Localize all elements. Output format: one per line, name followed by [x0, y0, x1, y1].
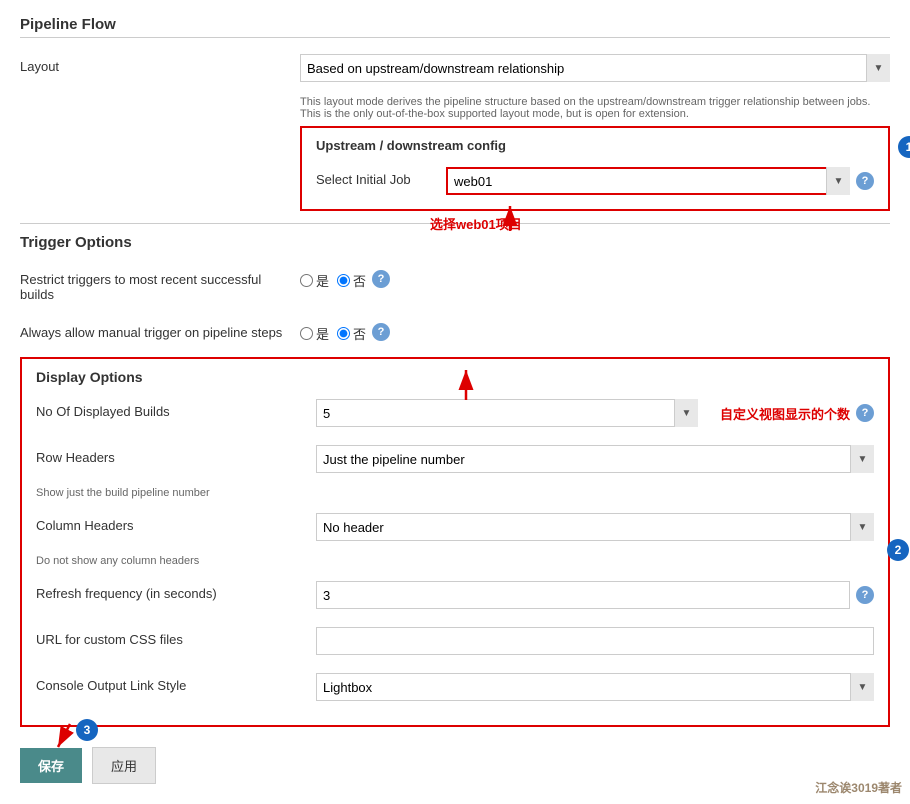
watermark: 江念诶3019著者	[815, 779, 902, 796]
restrict-yes-label[interactable]: 是	[300, 271, 329, 290]
url-css-row: URL for custom CSS files	[36, 623, 874, 659]
annotation-text-builds: 自定义视图显示的个数	[720, 404, 850, 423]
select-initial-job-help-icon[interactable]: ?	[856, 172, 874, 190]
refresh-row: Refresh frequency (in seconds) ?	[36, 577, 874, 613]
no-of-builds-wrapper: 5 10 15 20 ▼	[316, 399, 698, 427]
always-allow-yes-label[interactable]: 是	[300, 324, 329, 343]
display-options-box: Display Options No Of Displayed Builds 5…	[20, 357, 890, 727]
column-headers-label: Column Headers	[36, 513, 316, 533]
row-headers-select[interactable]: Just the pipeline number	[316, 445, 874, 473]
layout-hint: This layout mode derives the pipeline st…	[300, 96, 890, 120]
always-allow-yes-radio[interactable]	[300, 327, 313, 340]
layout-row: Layout Based on upstream/downstream rela…	[20, 50, 890, 86]
restrict-no-text: 否	[353, 271, 366, 290]
restrict-triggers-label: Restrict triggers to most recent success…	[20, 267, 300, 302]
console-output-select[interactable]: Lightbox	[316, 673, 874, 701]
url-css-label: URL for custom CSS files	[36, 627, 316, 647]
layout-control-wrap: Based on upstream/downstream relationshi…	[300, 54, 890, 82]
page-container: Pipeline Flow Layout Based on upstream/d…	[0, 0, 910, 804]
no-of-builds-select[interactable]: 5 10 15 20	[316, 399, 698, 427]
upstream-config-box: Upstream / downstream config Select Init…	[300, 126, 890, 211]
console-output-label: Console Output Link Style	[36, 673, 316, 693]
restrict-triggers-radio-group: 是 否	[300, 267, 366, 290]
url-css-control	[316, 627, 874, 655]
always-allow-help-icon[interactable]: ?	[372, 323, 390, 341]
no-of-builds-control: 5 10 15 20 ▼ 自定义视图显示的个数 ?	[316, 399, 874, 427]
row-headers-control: Just the pipeline number ▼	[316, 445, 874, 473]
select-initial-job-wrapper: web01 ▼	[446, 167, 850, 195]
always-allow-label: Always allow manual trigger on pipeline …	[20, 320, 300, 340]
page-title: Pipeline Flow	[20, 16, 890, 38]
column-headers-row: Column Headers No header ▼ 2	[36, 509, 874, 545]
refresh-help-icon[interactable]: ?	[856, 586, 874, 604]
column-headers-control: No header ▼ 2	[316, 513, 874, 541]
restrict-yes-radio[interactable]	[300, 274, 313, 287]
always-allow-no-text: 否	[353, 324, 366, 343]
no-of-builds-help-icon[interactable]: ?	[856, 404, 874, 422]
layout-select[interactable]: Based on upstream/downstream relationshi…	[300, 54, 890, 82]
annotation-circle-2: 2	[887, 539, 909, 561]
restrict-no-radio[interactable]	[337, 274, 350, 287]
restrict-help-icon[interactable]: ?	[372, 270, 390, 288]
console-output-row: Console Output Link Style Lightbox ▼	[36, 669, 874, 705]
no-of-builds-label: No Of Displayed Builds	[36, 399, 316, 419]
trigger-options-section: Trigger Options Restrict triggers to mos…	[20, 234, 890, 347]
restrict-yes-text: 是	[316, 271, 329, 290]
layout-label: Layout	[20, 54, 300, 74]
row-headers-wrapper: Just the pipeline number ▼	[316, 445, 874, 473]
layout-select-wrapper: Based on upstream/downstream relationshi…	[300, 54, 890, 82]
column-headers-wrapper: No header ▼	[316, 513, 874, 541]
restrict-no-label[interactable]: 否	[337, 271, 366, 290]
always-allow-yes-text: 是	[316, 324, 329, 343]
apply-button[interactable]: 应用	[92, 747, 156, 784]
restrict-triggers-row: Restrict triggers to most recent success…	[20, 263, 890, 306]
restrict-triggers-control: 是 否 ?	[300, 267, 890, 290]
always-allow-control: 是 否 ?	[300, 320, 890, 343]
annotation-circle-3: 3	[76, 719, 98, 741]
bottom-buttons: 3 保存 应用	[20, 747, 890, 784]
always-allow-no-label[interactable]: 否	[337, 324, 366, 343]
no-of-builds-row: No Of Displayed Builds 5 10 15 20 ▼ 自定义视…	[36, 395, 874, 431]
refresh-input[interactable]	[316, 581, 850, 609]
always-allow-row: Always allow manual trigger on pipeline …	[20, 316, 890, 347]
refresh-control: ?	[316, 581, 874, 609]
row-headers-label: Row Headers	[36, 445, 316, 465]
select-initial-job-control: web01 ▼ ?	[446, 167, 874, 195]
select-initial-job-select[interactable]: web01	[446, 167, 850, 195]
console-output-wrapper: Lightbox ▼	[316, 673, 874, 701]
annotation-text-web01: 选择web01项目	[430, 214, 522, 233]
arrow-to-builds	[436, 365, 496, 405]
refresh-label: Refresh frequency (in seconds)	[36, 581, 316, 601]
select-initial-job-label: Select Initial Job	[316, 167, 446, 187]
column-headers-select[interactable]: No header	[316, 513, 874, 541]
row-headers-hint: Show just the build pipeline number	[36, 487, 874, 499]
row-headers-row: Row Headers Just the pipeline number ▼	[36, 441, 874, 477]
select-initial-job-row: Select Initial Job web01 ▼ ?	[316, 163, 874, 199]
upstream-config-title: Upstream / downstream config	[316, 138, 874, 153]
annotation-circle-1: 1	[898, 136, 910, 158]
trigger-options-title: Trigger Options	[20, 234, 890, 255]
console-output-control: Lightbox ▼	[316, 673, 874, 701]
always-allow-no-radio[interactable]	[337, 327, 350, 340]
always-allow-radio-group: 是 否	[300, 320, 366, 343]
column-headers-hint: Do not show any column headers	[36, 555, 874, 567]
url-css-input[interactable]	[316, 627, 874, 655]
